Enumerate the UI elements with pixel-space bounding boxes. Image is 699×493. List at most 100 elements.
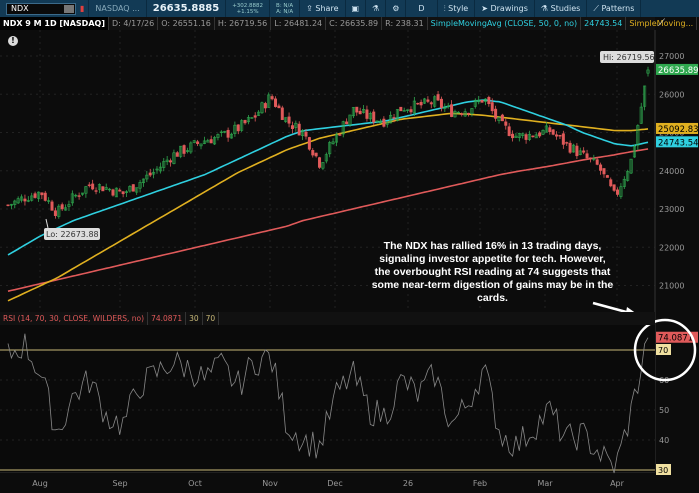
candle-body [338,134,342,136]
rsi-ob: 70 [203,312,220,325]
candle-body [148,172,152,176]
candle-body [263,103,267,109]
candle-body [409,109,413,113]
candle-body [277,105,281,109]
candle-body [575,145,579,157]
candle-body [209,139,213,144]
candle-body [236,124,240,132]
candle-body [416,102,420,105]
candle-body [311,150,315,156]
candle-body [565,142,569,144]
candle-body [588,157,592,160]
price-tick: 27000 [659,52,684,61]
candle-body [436,94,440,101]
candle-body [500,114,504,122]
candle-body [605,175,609,178]
candle-body [169,160,173,163]
x-tick: Oct [188,479,202,488]
candle-body [111,189,115,196]
candle-body [399,106,403,112]
rsi-os: 30 [186,312,203,325]
x-tick: 26 [403,479,413,488]
price-tick: 23000 [659,205,684,214]
candle-body [6,204,10,206]
rsi-value-label: 74.0871 [658,334,693,344]
candle-body [507,126,511,136]
candle-body [568,142,572,153]
candle-body [582,150,586,153]
candle-body [599,164,603,171]
x-tick: Mar [537,479,553,488]
candle-body [595,159,599,165]
candle-body [91,183,95,190]
candle-body [253,115,257,118]
candle-body [609,179,613,187]
candle-body [494,108,498,119]
candle-body [392,117,396,119]
price-tick: 26000 [659,90,684,99]
candle-body [487,97,491,105]
candle-body [561,133,565,145]
candle-body [40,192,44,196]
rsi-os-label: 30 [658,466,668,475]
candle-body [358,110,362,115]
rsi-ob-label: 70 [658,346,668,355]
lo-marker: Lo: 22673.88 [46,230,99,239]
candle-body [94,190,98,192]
rsi-header: RSI (14, 70, 30, CLOSE, WILDERS, no) 74.… [0,312,655,325]
candle-body [555,134,559,137]
candle-body [551,129,555,135]
rsi-tick: 40 [659,436,669,445]
candle-body [118,189,122,192]
candle-body [307,137,311,150]
x-tick: Apr [610,479,625,488]
info-icon[interactable]: ! [8,36,18,46]
candle-body [382,118,386,127]
candle-body [23,198,27,202]
rsi-tick: 50 [659,406,669,415]
candle-body [490,102,494,112]
candle-body [426,99,430,102]
candle-body [182,145,186,154]
candle-body [524,134,528,140]
candle-body [226,129,230,138]
last-price-label: 26635.89 [658,66,699,76]
x-tick: Feb [473,479,487,488]
sma-cyan-value-label: 24743.54 [658,138,699,148]
x-tick: Nov [262,479,278,488]
candle-body [345,121,349,125]
candle-body [585,153,589,159]
candle-body [372,111,376,123]
x-tick: Aug [32,479,48,488]
lo-marker-line [45,218,49,229]
candle-body [287,116,291,124]
candle-body [243,120,247,124]
hi-marker: Hi: 26719.56 [603,53,655,62]
rsi-value: 74.0871 [148,312,187,325]
candle-body [53,210,57,216]
candle-body [101,186,105,192]
candle-body [50,201,54,211]
price-tick: 24000 [659,167,684,176]
candle-body [480,99,484,103]
candle-body [280,107,284,120]
candle-body [531,135,535,138]
candle-body [60,204,64,210]
candle-body [318,157,322,168]
candle-body [77,195,81,197]
candle-body [314,152,318,157]
rsi-study-label[interactable]: RSI (14, 70, 30, CLOSE, WILDERS, no) [0,312,149,325]
price-tick: 22000 [659,243,684,252]
candle-body [450,104,454,117]
candle-body [460,113,464,115]
candle-body [290,125,294,129]
rsi-pane [0,325,655,472]
candle-body [270,96,274,100]
candle-body [419,101,423,106]
candle-body [355,106,359,113]
candle-body [511,133,515,139]
candle-body [429,102,433,105]
candle-body [538,132,542,137]
candle-body [467,112,471,115]
candle-body [274,98,278,107]
